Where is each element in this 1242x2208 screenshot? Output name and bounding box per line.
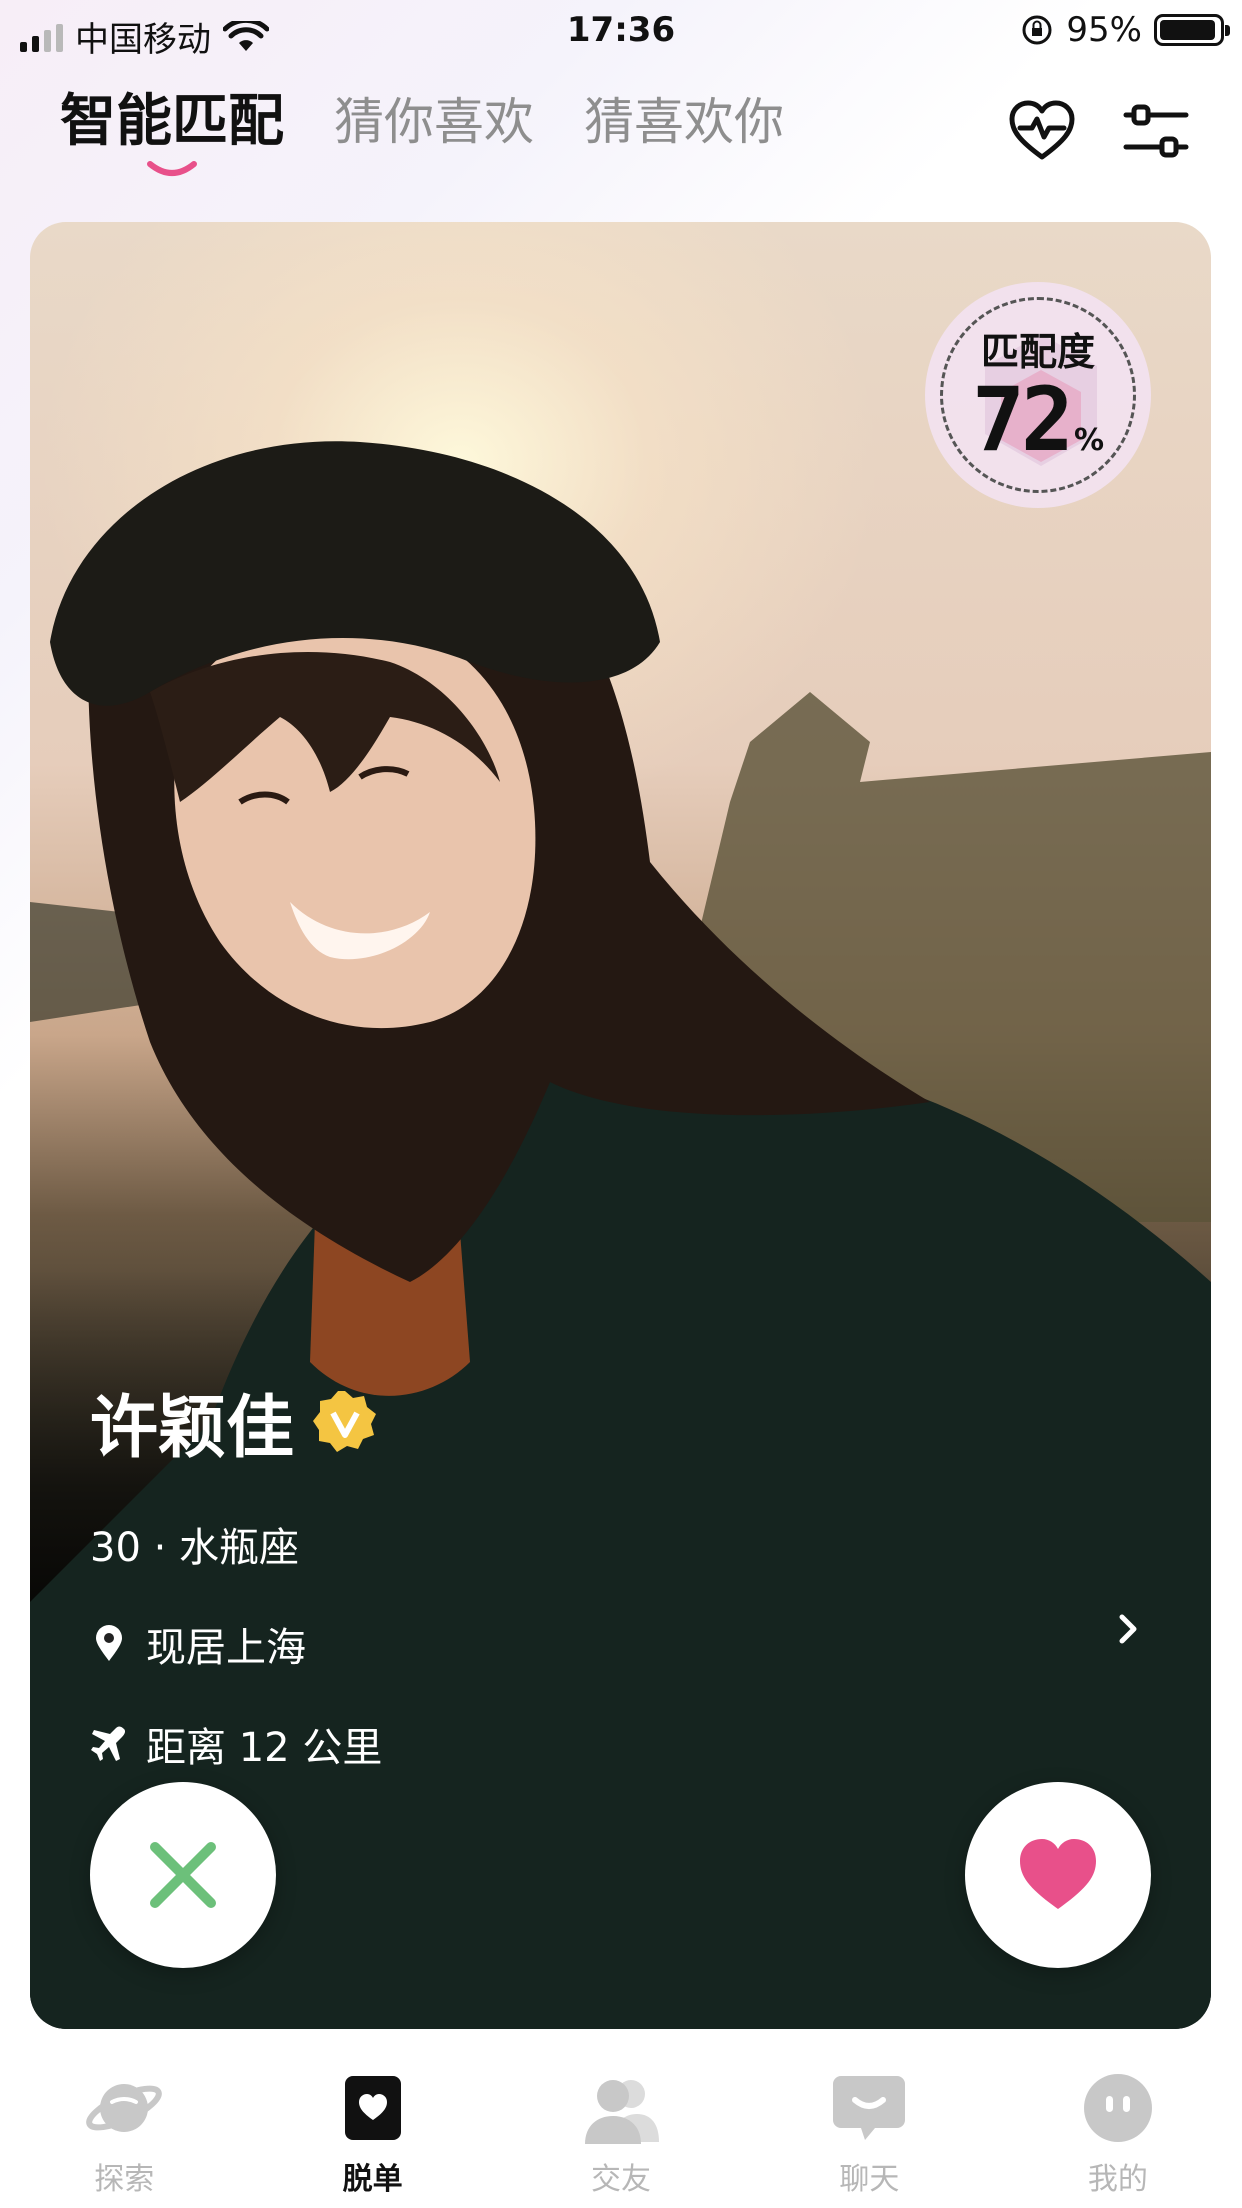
heart-icon — [1020, 1839, 1096, 1909]
nav-label: 脱单 — [342, 2162, 403, 2197]
match-score-unit: % — [1073, 422, 1105, 458]
heart-pulse-icon[interactable] — [1006, 95, 1078, 167]
nav-item-explore[interactable]: 探索 — [0, 2068, 248, 2208]
nav-item-me[interactable]: 我的 — [994, 2068, 1242, 2208]
tab-guess-likes-you[interactable]: 猜喜欢你 — [584, 92, 784, 152]
nav-label: 交友 — [591, 2162, 652, 2197]
nav-item-date[interactable]: 脱单 — [248, 2068, 496, 2208]
match-score-ring: 匹配度 72 % — [940, 297, 1136, 493]
close-icon — [150, 1842, 216, 1908]
match-score-value: 72 % — [971, 367, 1105, 471]
location-pin-icon — [96, 1625, 122, 1661]
top-tabs: 智能匹配 猜你喜欢 猜喜欢你 — [60, 89, 784, 176]
tab-label: 猜喜欢你 — [584, 93, 784, 151]
heart-card-icon — [344, 2076, 401, 2140]
distance-row: 距离 12 公里 — [90, 1715, 382, 1773]
profile-face-icon — [1083, 2074, 1152, 2142]
planet-icon — [86, 2084, 163, 2132]
profile-card[interactable]: 匹配度 72 % 许颖佳 30 · 水瓶座 现居上海 距离 12 公里 — [30, 222, 1211, 2029]
bottom-nav: 探索 脱单 交友 聊天 我的 — [0, 2068, 1242, 2208]
nav-item-chat[interactable]: 聊天 — [745, 2068, 993, 2208]
location-text: 现居上海 — [146, 1625, 306, 1671]
verified-badge-icon — [313, 1390, 377, 1452]
nav-item-friends[interactable]: 交友 — [497, 2068, 745, 2208]
profile-name: 许颖佳 — [90, 1389, 295, 1468]
match-score-number: 72 — [971, 367, 1074, 471]
chevron-right-icon[interactable] — [1111, 1612, 1145, 1646]
tab-smart-match[interactable]: 智能匹配 — [60, 89, 284, 176]
tab-label: 猜你喜欢 — [334, 93, 534, 151]
nav-label: 聊天 — [839, 2162, 900, 2197]
distance-text: 距离 12 公里 — [146, 1725, 383, 1771]
profile-info[interactable]: 许颖佳 30 · 水瓶座 现居上海 距离 12 公里 — [90, 1372, 382, 1773]
chat-bubble-icon — [833, 2076, 906, 2140]
tab-label: 智能匹配 — [60, 89, 284, 154]
nav-label: 我的 — [1087, 2162, 1148, 2197]
nav-label: 探索 — [94, 2162, 155, 2197]
friends-icon — [585, 2080, 660, 2144]
status-right: 95% — [1020, 10, 1230, 50]
battery-percent: 95% — [1066, 10, 1142, 50]
tab-active-indicator — [147, 161, 197, 176]
orientation-lock-icon — [1022, 15, 1052, 45]
battery-icon — [1154, 14, 1230, 46]
dislike-button[interactable] — [90, 1782, 276, 1968]
filter-sliders-icon[interactable] — [1120, 95, 1192, 167]
airplane-icon — [91, 1726, 126, 1761]
top-actions — [1006, 95, 1192, 167]
location-row: 现居上海 — [90, 1615, 382, 1673]
like-button[interactable] — [965, 1782, 1151, 1968]
tab-guess-you-like[interactable]: 猜你喜欢 — [334, 92, 534, 152]
match-score-badge: 匹配度 72 % — [925, 282, 1151, 508]
name-row: 许颖佳 — [90, 1372, 382, 1471]
status-bar: 中国移动 17:36 95% — [0, 0, 1242, 62]
age-zodiac: 30 · 水瓶座 — [90, 1525, 300, 1571]
